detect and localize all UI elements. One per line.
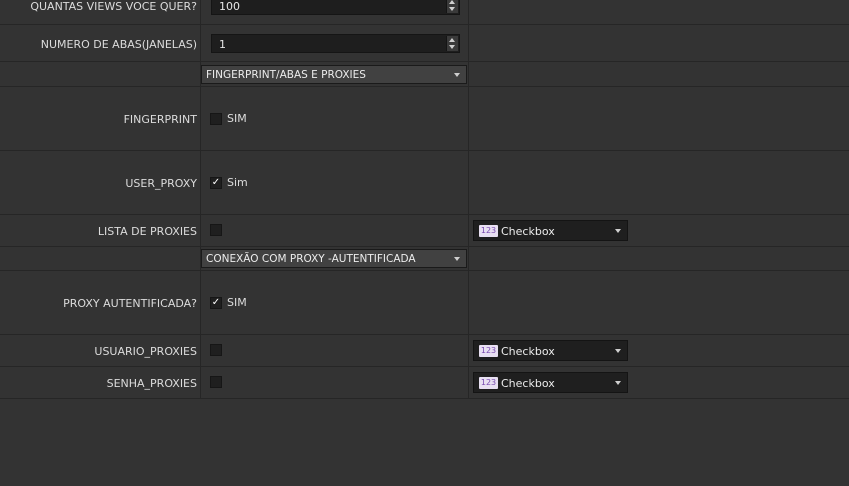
arrow-up-icon[interactable]: [449, 38, 455, 42]
section-combo-fingerprint[interactable]: FINGERPRINT/ABAS E PROXIES: [201, 65, 467, 84]
chevron-down-icon[interactable]: [454, 73, 460, 77]
column-divider-left: [200, 0, 201, 399]
arrow-down-icon[interactable]: [449, 7, 455, 11]
senha-proxies-type-dropdown[interactable]: 123 Checkbox: [473, 372, 628, 393]
usuario-proxies-checkbox[interactable]: [210, 344, 222, 356]
proxy-auth-checkbox[interactable]: ✓: [210, 297, 222, 309]
number-type-icon: 123: [479, 345, 498, 357]
lista-proxies-checkbox[interactable]: [210, 224, 222, 236]
lista-proxies-type-value: Checkbox: [501, 225, 555, 238]
section-combo-value: CONEXÃO COM PROXY -AUTENTIFICADA: [206, 253, 416, 265]
usuario-proxies-label: USUARIO_PROXIES: [94, 345, 197, 358]
section-combo-proxy-auth[interactable]: CONEXÃO COM PROXY -AUTENTIFICADA: [201, 249, 467, 268]
abas-stepper[interactable]: [446, 36, 458, 51]
section-combo-value: FINGERPRINT/ABAS E PROXIES: [206, 69, 366, 81]
column-divider-right: [468, 0, 469, 399]
chevron-down-icon[interactable]: [615, 229, 621, 233]
abas-spinbox[interactable]: 1: [211, 34, 460, 53]
number-type-icon: 123: [479, 225, 498, 237]
views-label: QUANTAS VIEWS VOCE QUER?: [30, 0, 197, 13]
arrow-down-icon[interactable]: [449, 45, 455, 49]
senha-proxies-checkbox[interactable]: [210, 376, 222, 388]
usuario-proxies-type-value: Checkbox: [501, 345, 555, 358]
fingerprint-checkbox[interactable]: [210, 113, 222, 125]
abas-label: NUMERO DE ABAS(JANELAS): [40, 38, 197, 51]
lista-proxies-type-dropdown[interactable]: 123 Checkbox: [473, 220, 628, 241]
user-proxy-checkbox-text: Sim: [227, 176, 248, 189]
views-stepper[interactable]: [446, 0, 458, 13]
user-proxy-label: USER_PROXY: [125, 177, 197, 190]
chevron-down-icon[interactable]: [615, 349, 621, 353]
abas-value[interactable]: 1: [219, 38, 226, 51]
fingerprint-label: FINGERPRINT: [123, 113, 197, 126]
proxy-auth-checkbox-text: SIM: [227, 296, 247, 309]
views-spinbox[interactable]: 100: [211, 0, 460, 15]
views-value[interactable]: 100: [219, 0, 240, 13]
chevron-down-icon[interactable]: [454, 257, 460, 261]
lista-proxies-label: LISTA DE PROXIES: [97, 225, 197, 238]
proxy-auth-label: PROXY AUTENTIFICADA?: [63, 297, 197, 310]
number-type-icon: 123: [479, 377, 498, 389]
check-icon: ✓: [211, 297, 221, 308]
chevron-down-icon[interactable]: [615, 381, 621, 385]
senha-proxies-label: SENHA_PROXIES: [106, 377, 197, 390]
arrow-up-icon[interactable]: [449, 0, 455, 4]
usuario-proxies-type-dropdown[interactable]: 123 Checkbox: [473, 340, 628, 361]
user-proxy-checkbox[interactable]: ✓: [210, 177, 222, 189]
check-icon: ✓: [211, 177, 221, 188]
senha-proxies-type-value: Checkbox: [501, 377, 555, 390]
fingerprint-checkbox-text: SIM: [227, 112, 247, 125]
